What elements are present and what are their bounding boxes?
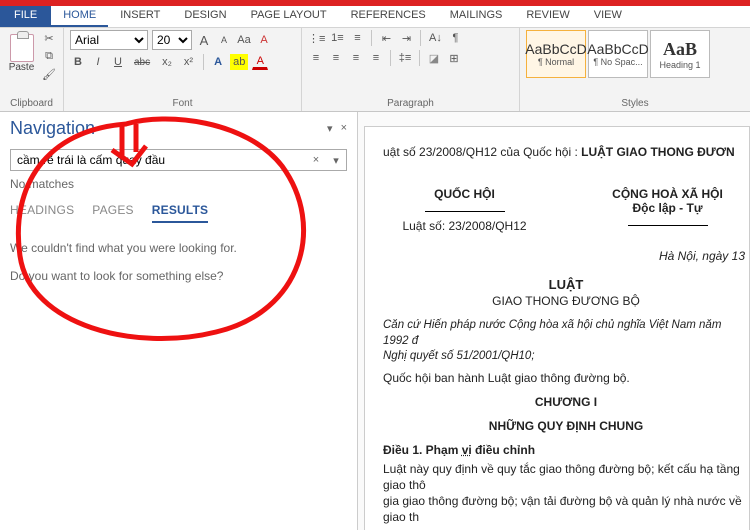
group-font: Arial 20 A A Aa A B I U abc x₂ x² A ab A… [64, 28, 302, 111]
group-font-label: Font [70, 98, 295, 111]
font-size-select[interactable]: 20 [152, 30, 192, 50]
shading-icon[interactable]: ◪ [426, 50, 442, 66]
separator [420, 30, 421, 46]
paste-button[interactable]: Paste [6, 30, 37, 76]
law-heading: LUẬT [383, 277, 749, 292]
italic-button[interactable]: I [90, 54, 106, 70]
style-sample: AaB [663, 39, 697, 60]
law-subheading: GIAO THONG ĐƯƠNG BỘ [383, 294, 749, 308]
search-input[interactable] [11, 150, 306, 170]
shrink-font-icon[interactable]: A [216, 32, 232, 48]
chapter-title: NHỮNG QUY ĐỊNH CHUNG [383, 419, 749, 433]
style-heading1[interactable]: AaB Heading 1 [650, 30, 710, 78]
style-name: Heading 1 [659, 60, 700, 70]
separator [390, 50, 391, 66]
article-1-heading: Điều 1. Phạm vi điều chỉnh [383, 443, 749, 457]
style-sample: AaBbCcD [525, 41, 586, 57]
article-1-body: Luật này quy định về quy tắc giao thông … [383, 461, 749, 526]
underline-button[interactable]: U [110, 54, 126, 70]
tab-references[interactable]: REFERENCES [339, 6, 438, 27]
nav-tab-results[interactable]: RESULTS [152, 203, 209, 223]
font-name-select[interactable]: Arial [70, 30, 148, 50]
style-name: ¶ Normal [538, 57, 574, 67]
col-quochoi: QUỐC HỘI Luật số: 23/2008/QH12 [383, 187, 546, 233]
group-styles: AaBbCcD ¶ Normal AaBbCcD ¶ No Spac... Aa… [520, 28, 750, 111]
tab-review[interactable]: REVIEW [514, 6, 581, 27]
bullets-icon[interactable]: ⋮≡ [308, 30, 325, 46]
separator [371, 30, 372, 46]
increase-indent-icon[interactable]: ⇥ [398, 30, 414, 46]
search-clear-icon[interactable]: × [306, 150, 326, 170]
nav-msg-try-else: Do you want to look for something else? [10, 269, 347, 283]
group-paragraph-label: Paragraph [308, 98, 513, 111]
nav-close-icon[interactable]: × [341, 122, 347, 135]
tab-insert[interactable]: INSERT [108, 6, 172, 27]
bold-button[interactable]: B [70, 54, 86, 70]
copy-icon[interactable]: ⧉ [41, 48, 57, 64]
nav-title: Navigation [10, 118, 95, 139]
group-clipboard-label: Clipboard [6, 98, 57, 111]
col-conghoa: CỘNG HOÀ XÃ HỘI Độc lập - Tự [586, 187, 749, 233]
search-options-icon[interactable]: ▾ [326, 150, 346, 170]
sort-icon[interactable]: A↓ [427, 30, 443, 46]
separator [419, 50, 420, 66]
numbering-icon[interactable]: 1≡ [329, 30, 345, 46]
qh-line: Quốc hội ban hành Luật giao thông đường … [383, 371, 749, 385]
tab-mailings[interactable]: MAILINGS [438, 6, 515, 27]
ribbon: Paste ✂ ⧉ 🖌 Clipboard Arial 20 A A Aa A … [0, 28, 750, 112]
subscript-button[interactable]: x₂ [158, 54, 176, 70]
nav-dropdown-icon[interactable]: ▾ [327, 122, 333, 135]
paste-label: Paste [9, 62, 35, 73]
date-line: Hà Nội, ngày 13 [383, 249, 749, 263]
decrease-indent-icon[interactable]: ⇤ [378, 30, 394, 46]
tab-file[interactable]: FILE [0, 6, 51, 27]
borders-icon[interactable]: ⊞ [446, 50, 462, 66]
clear-format-icon[interactable]: A [256, 32, 272, 48]
tab-page-layout[interactable]: PAGE LAYOUT [239, 6, 339, 27]
preamble: Căn cứ Hiến pháp nước Cộng hòa xã hội ch… [383, 318, 749, 365]
highlight-button[interactable]: ab [230, 54, 248, 70]
style-normal[interactable]: AaBbCcD ¶ Normal [526, 30, 586, 78]
format-painter-icon[interactable]: 🖌 [41, 66, 57, 82]
style-name: ¶ No Spac... [593, 57, 642, 67]
nav-tabs: HEADINGS PAGES RESULTS [10, 203, 347, 223]
align-center-icon[interactable]: ≡ [328, 50, 344, 66]
strike-button[interactable]: abc [130, 54, 154, 70]
chapter-num: CHƯƠNG I [383, 395, 749, 409]
style-sample: AaBbCcD [587, 41, 648, 57]
nav-tab-pages[interactable]: PAGES [92, 203, 133, 223]
document-area[interactable]: uật số 23/2008/QH12 của Quốc hội : LUẬT … [358, 112, 750, 530]
no-matches-label: No matches [10, 177, 347, 191]
justify-icon[interactable]: ≡ [368, 50, 384, 66]
clipboard-icon [10, 34, 34, 62]
show-marks-icon[interactable]: ¶ [447, 30, 463, 46]
text-effects-button[interactable]: A [210, 54, 226, 70]
style-no-spacing[interactable]: AaBbCcD ¶ No Spac... [588, 30, 648, 78]
align-right-icon[interactable]: ≡ [348, 50, 364, 66]
workspace: Navigation ▾ × × ▾ No matches HEADINGS P… [0, 112, 750, 530]
separator [203, 54, 204, 70]
align-left-icon[interactable]: ≡ [308, 50, 324, 66]
nav-tab-headings[interactable]: HEADINGS [10, 203, 74, 223]
grow-font-icon[interactable]: A [196, 32, 212, 48]
group-clipboard: Paste ✂ ⧉ 🖌 Clipboard [0, 28, 64, 111]
line-spacing-icon[interactable]: ‡≡ [397, 50, 413, 66]
doc-title: uật số 23/2008/QH12 của Quốc hội : LUẬT … [383, 145, 749, 159]
ribbon-tabs: FILE HOME INSERT DESIGN PAGE LAYOUT REFE… [0, 6, 750, 28]
group-paragraph: ⋮≡ 1≡ ≡ ⇤ ⇥ A↓ ¶ ≡ ≡ ≡ ≡ ‡≡ ◪ ⊞ [302, 28, 520, 111]
multilevel-icon[interactable]: ≡ [349, 30, 365, 46]
tab-home[interactable]: HOME [51, 6, 108, 27]
change-case-icon[interactable]: Aa [236, 32, 252, 48]
font-color-button[interactable]: A [252, 54, 268, 70]
cut-icon[interactable]: ✂ [41, 30, 57, 46]
nav-search: × ▾ [10, 149, 347, 171]
page: uật số 23/2008/QH12 của Quốc hội : LUẬT … [364, 126, 750, 530]
group-styles-label: Styles [526, 98, 744, 111]
tab-design[interactable]: DESIGN [172, 6, 238, 27]
nav-msg-not-found: We couldn't find what you were looking f… [10, 241, 347, 255]
superscript-button[interactable]: x² [180, 54, 197, 70]
tab-view[interactable]: VIEW [582, 6, 634, 27]
navigation-pane: Navigation ▾ × × ▾ No matches HEADINGS P… [0, 112, 358, 530]
